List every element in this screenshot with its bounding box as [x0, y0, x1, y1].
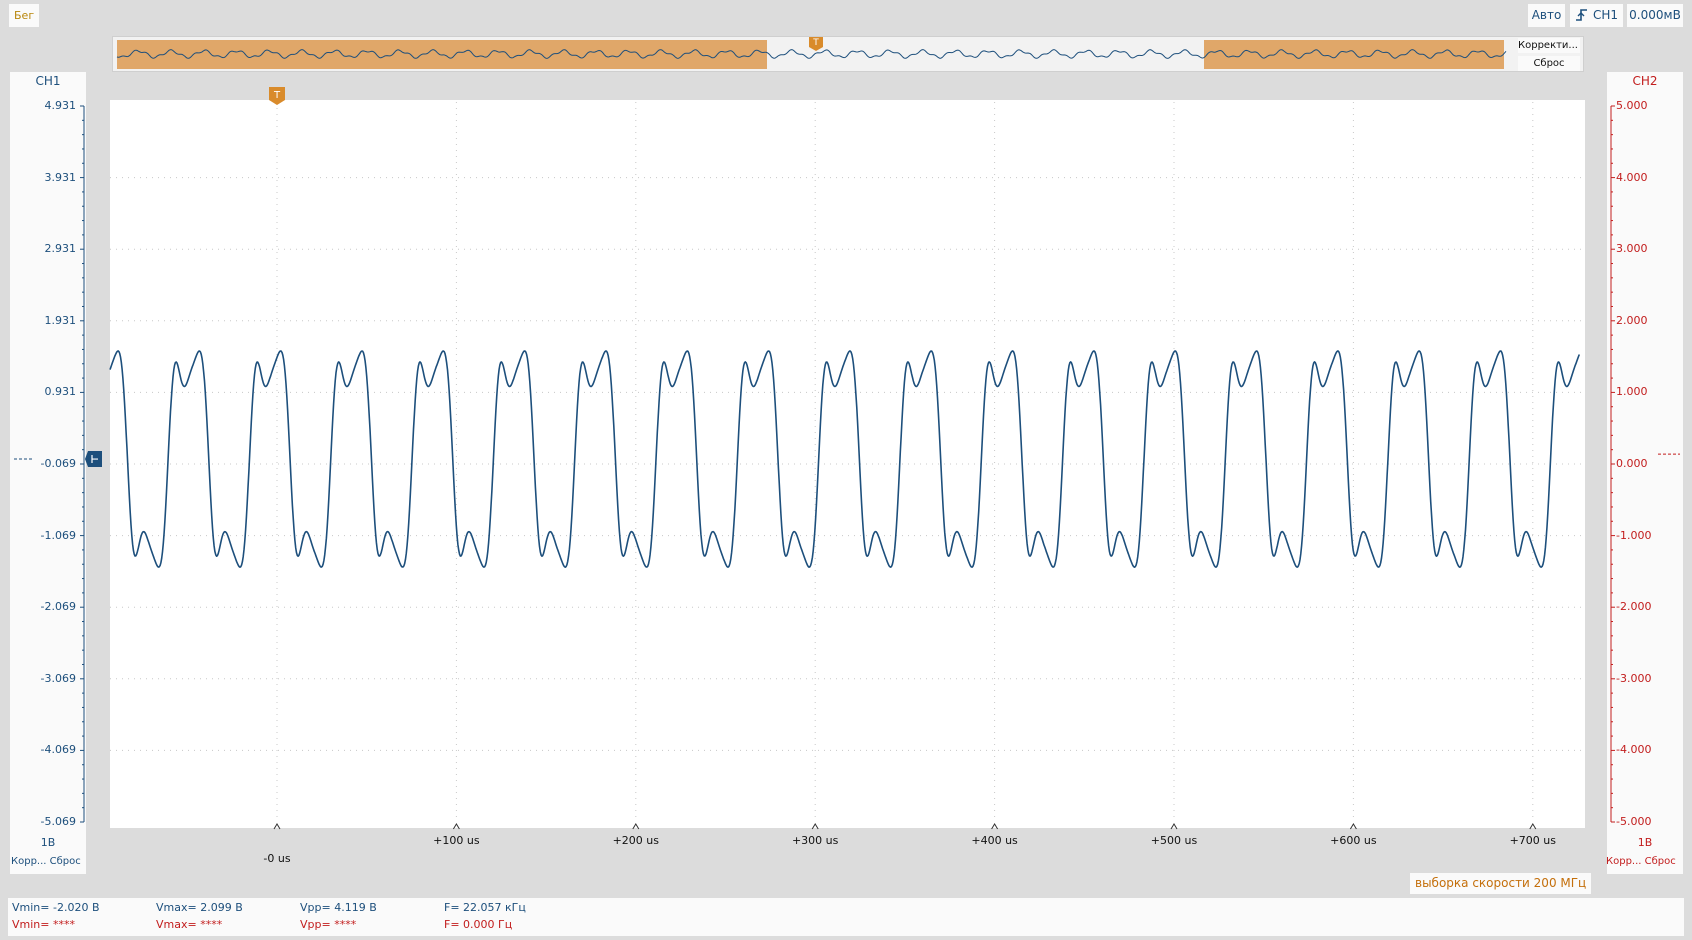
ch2-vpp: Vpp= ****	[300, 918, 357, 931]
ch2-scale[interactable]: 1В	[1607, 836, 1683, 849]
ch1-axis-label: -2.069	[40, 600, 76, 614]
overview-trigger-marker: T	[809, 37, 823, 51]
time-axis-label: +200 us	[612, 834, 659, 847]
ch2-axis-label: 5.000	[1616, 99, 1648, 112]
ch1-vmin: Vmin= -2.020 В	[12, 901, 100, 914]
ch2-axis-label: 3.000	[1616, 242, 1648, 256]
ch2-vmin: Vmin= ****	[12, 918, 75, 931]
rising-edge-icon	[1576, 9, 1587, 21]
ch2-frequency: F= 0.000 Гц	[444, 918, 513, 931]
ch1-scale[interactable]: 1В	[10, 836, 86, 849]
time-axis-label: +400 us	[971, 834, 1018, 847]
ch1-axis-label: 2.931	[44, 242, 77, 256]
ch1-vpp: Vpp= 4.119 В	[300, 901, 377, 914]
ch1-ground-marker	[85, 451, 102, 468]
ch1-frequency: F= 22.057 кГц	[444, 901, 526, 914]
trigger-mode-button[interactable]: Авто	[1528, 4, 1565, 27]
ch1-axis-label: -3.069	[40, 671, 76, 685]
ch1-vmax: Vmax= 2.099 В	[156, 901, 243, 914]
trigger-level-field[interactable]: 0.000мВ	[1627, 4, 1683, 27]
ch1-axis-label: -5.069	[40, 815, 76, 828]
ch2-axis-label: -4.000	[1616, 743, 1652, 757]
ch1-axis-label: -1.069	[40, 528, 76, 542]
ch1-title[interactable]: CH1	[10, 74, 86, 88]
ch1-axis-label: 1.931	[44, 313, 77, 327]
sample-rate-label: выборка скорости 200 МГц	[1410, 873, 1592, 894]
ch2-axis-label: -5.000	[1616, 815, 1652, 828]
overview-trigger-label: T	[812, 38, 819, 48]
time-axis-label: -0 us	[263, 852, 291, 865]
time-axis-label: +600 us	[1330, 834, 1377, 847]
time-axis-label: +500 us	[1150, 834, 1198, 847]
ch2-axis-label: 2.000	[1616, 313, 1648, 327]
ch2-axis-label: -2.000	[1616, 600, 1652, 614]
ch2-axis-label: 1.000	[1616, 385, 1648, 399]
ch2-axis-label: -1.000	[1616, 528, 1652, 542]
ch2-correction-controls[interactable]: Корр... Сброс	[1606, 856, 1676, 867]
ch1-reset-button[interactable]: Сброс	[50, 856, 81, 867]
time-axis-label: +100 us	[433, 834, 480, 847]
overview-waveform: T	[116, 37, 1507, 69]
trigger-source-label: CH1	[1593, 8, 1619, 22]
ch2-axis-label: -3.000	[1616, 671, 1652, 685]
ch1-correction-controls[interactable]: Корр... Сброс	[11, 856, 81, 867]
run-status-button[interactable]: Бег	[9, 4, 40, 27]
ch1-axis-label: -0.069	[40, 457, 76, 470]
overview-reset-button[interactable]: Сброс	[1518, 56, 1580, 71]
overview-hidden-right	[1204, 40, 1504, 69]
overview-correction-button[interactable]: Корректи...	[1518, 38, 1580, 53]
ch1-axis-label: 3.931	[44, 170, 77, 184]
ground-icon	[91, 455, 98, 464]
plot-area[interactable]	[110, 100, 1585, 828]
waveform-overview[interactable]: T	[112, 36, 1584, 72]
ch2-axis-label: 0.000	[1616, 457, 1648, 470]
ch1-axis-label: 4.931	[44, 99, 77, 112]
ch1-correction-button[interactable]: Корр...	[11, 856, 46, 867]
trigger-source-button[interactable]: CH1	[1570, 4, 1623, 27]
ch1-axis-label: -4.069	[40, 743, 76, 757]
time-axis-label: +300 us	[791, 834, 839, 847]
time-axis-label: +700 us	[1509, 834, 1556, 847]
ch2-title[interactable]: CH2	[1607, 74, 1683, 88]
ch2-axis-label: 4.000	[1616, 170, 1648, 184]
measurements-panel: Vmin= -2.020 В Vmax= 2.099 В Vpp= 4.119 …	[8, 898, 1684, 936]
ch2-vmax: Vmax= ****	[156, 918, 223, 931]
ch1-axis-label: 0.931	[44, 385, 77, 399]
